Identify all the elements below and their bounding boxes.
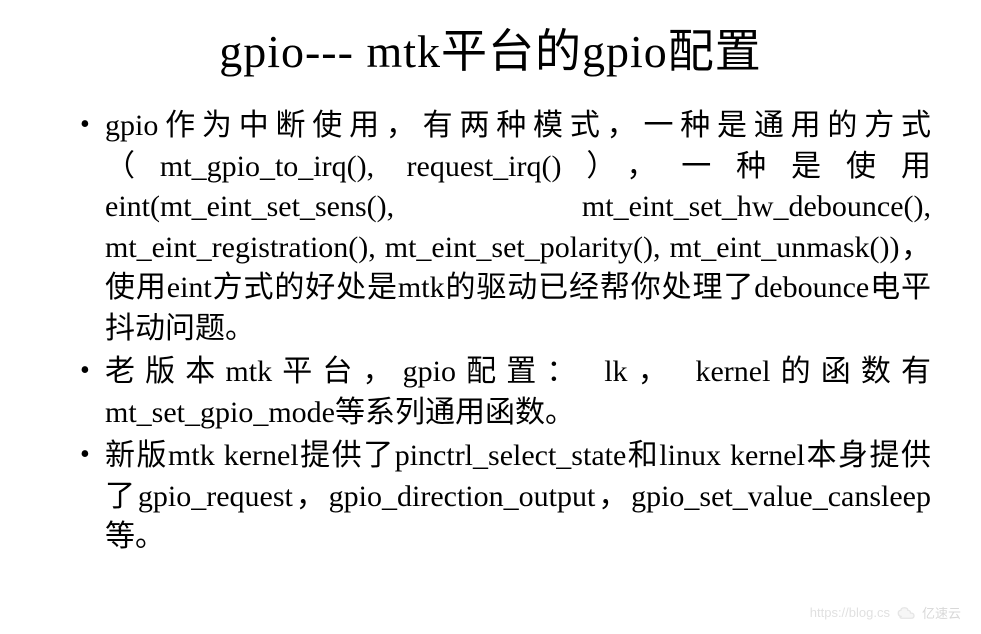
- watermark-url: https://blog.cs: [810, 605, 890, 620]
- slide-title: gpio--- mtk平台的gpio配置: [50, 15, 931, 81]
- watermark-logo: 亿速云: [896, 603, 961, 622]
- watermark: https://blog.cs 亿速云: [810, 603, 961, 622]
- bullet-list: gpio作为中断使用，有两种模式，一种是通用的方式（mt_gpio_to_irq…: [50, 106, 931, 558]
- watermark-brand: 亿速云: [922, 603, 961, 622]
- slide-content: gpio--- mtk平台的gpio配置 gpio作为中断使用，有两种模式，一种…: [0, 0, 981, 634]
- bullet-item: 新版mtk kernel提供了pinctrl_select_state和linu…: [80, 436, 931, 558]
- cloud-icon: [896, 606, 918, 620]
- bullet-item: gpio作为中断使用，有两种模式，一种是通用的方式（mt_gpio_to_irq…: [80, 106, 931, 349]
- bullet-item: 老版本mtk平台，gpio配置： lk， kernel的函数有mt_set_gp…: [80, 352, 931, 433]
